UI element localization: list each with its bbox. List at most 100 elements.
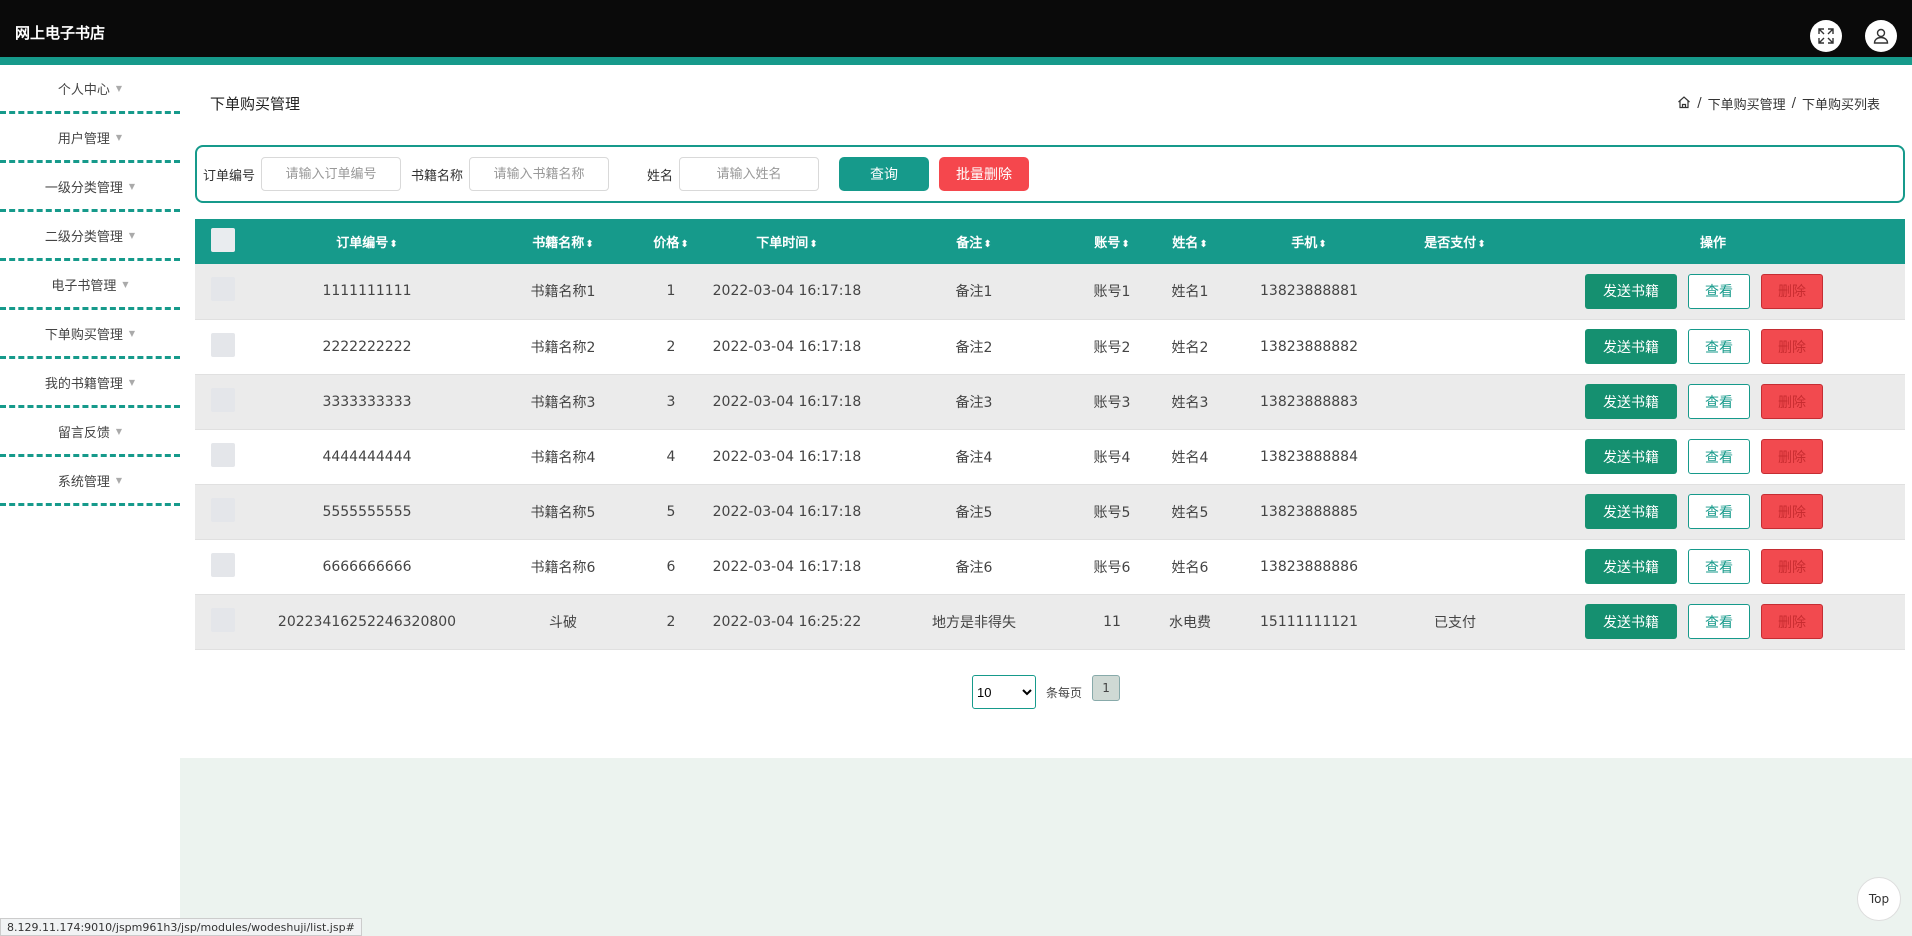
breadcrumb-item-order-list: 下单购买列表	[1801, 98, 1880, 113]
row-select[interactable]	[195, 484, 251, 539]
row-select[interactable]	[195, 319, 251, 374]
delete-button[interactable]: 删除	[1761, 273, 1823, 309]
column-header-note[interactable]: 备注⬍	[875, 219, 1073, 264]
home-icon[interactable]	[1677, 95, 1691, 113]
select-all-checkbox[interactable]	[211, 227, 235, 252]
send-book-button[interactable]: 发送书籍	[1585, 329, 1677, 364]
send-book-button[interactable]: 发送书籍	[1585, 549, 1677, 584]
view-button[interactable]: 查看	[1688, 273, 1750, 309]
row-checkbox[interactable]	[211, 607, 235, 632]
fullscreen-icon[interactable]	[1810, 20, 1842, 52]
delete-button[interactable]: 删除	[1761, 604, 1823, 639]
sidebar-item-user-management[interactable]: 用户管理 ▼	[0, 114, 180, 163]
table-row: 6666666666 书籍名称6 6 2022-03-04 16:17:18 备注6 账号…	[195, 539, 1905, 594]
row-checkbox[interactable]	[211, 387, 235, 412]
name-input[interactable]	[679, 157, 820, 191]
delete-button[interactable]: 删除	[1761, 329, 1823, 364]
column-header-name[interactable]: 姓名⬍	[1151, 219, 1229, 264]
column-header-account[interactable]: 账号⬍	[1073, 219, 1151, 264]
name-label: 姓名	[647, 168, 674, 184]
sidebar-item-personal-center[interactable]: 个人中心 ▼	[0, 65, 180, 114]
phone-cell: 13823888881	[1260, 283, 1358, 300]
name-cell: 姓名5	[1171, 504, 1209, 521]
table-row: 3333333333 书籍名称3 3 2022-03-04 16:17:18 备注3 账号…	[195, 374, 1905, 429]
send-book-button[interactable]: 发送书籍	[1585, 384, 1677, 419]
delete-button[interactable]: 删除	[1761, 384, 1823, 419]
caret-down-icon: ▼	[128, 181, 136, 191]
column-header-paid[interactable]: 是否支付⬍	[1389, 219, 1521, 264]
view-button[interactable]: 查看	[1688, 494, 1750, 529]
book-name-cell: 书籍名称3	[530, 394, 596, 411]
column-header-book-name[interactable]: 书籍名称⬍	[483, 219, 643, 264]
view-button[interactable]: 查看	[1688, 549, 1750, 584]
sidebar-item-order-management[interactable]: 下单购买管理 ▼	[0, 310, 180, 359]
sidebar-item-feedback[interactable]: 留言反馈 ▼	[0, 408, 180, 457]
column-header-order-no[interactable]: 订单编号⬍	[251, 219, 483, 264]
sidebar-item-label: 电子书管理	[51, 278, 117, 294]
app-title: 网上电子书店	[15, 24, 106, 42]
page-size-select[interactable]: 10	[972, 675, 1036, 709]
phone-cell: 13823888886	[1260, 558, 1358, 575]
sort-icon: ⬍	[809, 239, 818, 250]
column-header-actions: 操作	[1699, 236, 1726, 251]
order-no-input[interactable]	[261, 157, 402, 191]
row-checkbox[interactable]	[211, 332, 235, 357]
column-header-order-time[interactable]: 下单时间⬍	[699, 219, 875, 264]
name-cell: 姓名1	[1171, 284, 1209, 301]
delete-button[interactable]: 删除	[1761, 494, 1823, 529]
main-background	[180, 758, 1912, 936]
sidebar-item-primary-category[interactable]: 一级分类管理 ▼	[0, 163, 180, 212]
sidebar-item-my-books[interactable]: 我的书籍管理 ▼	[0, 359, 180, 408]
sidebar-item-system[interactable]: 系统管理 ▼	[0, 457, 180, 506]
note-cell: 备注3	[955, 394, 993, 411]
batch-delete-button[interactable]: 批量删除	[939, 157, 1030, 191]
price-cell: 5	[666, 503, 676, 520]
view-button[interactable]: 查看	[1688, 329, 1750, 364]
order-time-cell: 2022-03-04 16:17:18	[712, 338, 862, 355]
book-name-input[interactable]	[469, 157, 610, 191]
row-select[interactable]	[195, 594, 251, 649]
delete-button[interactable]: 删除	[1761, 549, 1823, 584]
row-select[interactable]	[195, 539, 251, 594]
caret-down-icon: ▼	[115, 475, 123, 485]
row-checkbox[interactable]	[211, 442, 235, 467]
paid-cell	[1389, 429, 1521, 484]
pagination: 10 条每页 1	[972, 675, 1121, 709]
view-button[interactable]: 查看	[1688, 439, 1750, 474]
sidebar-item-secondary-category[interactable]: 二级分类管理 ▼	[0, 212, 180, 261]
query-button[interactable]: 查询	[839, 157, 930, 191]
note-cell: 备注5	[955, 504, 993, 521]
order-no-cell: 2222222222	[322, 338, 412, 355]
send-book-button[interactable]: 发送书籍	[1585, 494, 1677, 529]
order-no-label: 订单编号	[203, 168, 256, 184]
send-book-button[interactable]: 发送书籍	[1585, 439, 1677, 474]
row-checkbox[interactable]	[211, 277, 235, 302]
send-book-button[interactable]: 发送书籍	[1585, 604, 1677, 639]
user-avatar-icon[interactable]	[1865, 20, 1897, 52]
row-checkbox[interactable]	[211, 497, 235, 522]
back-to-top-button[interactable]: Top	[1857, 877, 1901, 921]
column-header-price[interactable]: 价格⬍	[643, 219, 699, 264]
row-checkbox[interactable]	[211, 552, 235, 577]
send-book-button[interactable]: 发送书籍	[1585, 273, 1677, 309]
sort-icon: ⬍	[1199, 239, 1208, 250]
sidebar-item-ebook-management[interactable]: 电子书管理 ▼	[0, 261, 180, 310]
view-button[interactable]: 查看	[1688, 384, 1750, 419]
actions-cell: 发送书籍 查看 删除	[1521, 594, 1905, 649]
view-button[interactable]: 查看	[1688, 604, 1750, 639]
search-bar: 订单编号 书籍名称 姓名 查询 批量删除	[195, 145, 1905, 203]
page-number-button[interactable]: 1	[1092, 675, 1121, 701]
row-select[interactable]	[195, 264, 251, 319]
sidebar-item-label: 二级分类管理	[44, 229, 123, 245]
sidebar-item-label: 系统管理	[57, 474, 110, 490]
header-select-all[interactable]	[195, 219, 251, 264]
column-header-phone[interactable]: 手机⬍	[1229, 219, 1389, 264]
caret-down-icon: ▼	[115, 132, 123, 142]
row-select[interactable]	[195, 374, 251, 429]
row-select[interactable]	[195, 429, 251, 484]
per-page-label: 条每页	[1046, 685, 1083, 700]
sidebar-item-label: 一级分类管理	[44, 180, 123, 196]
sort-icon: ⬍	[983, 239, 992, 250]
delete-button[interactable]: 删除	[1761, 439, 1823, 474]
breadcrumb-item-order-management[interactable]: 下单购买管理	[1708, 94, 1786, 113]
